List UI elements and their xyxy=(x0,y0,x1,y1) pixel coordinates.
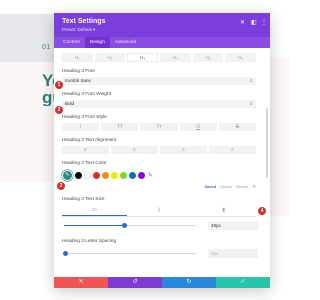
alignment-label: Heading 3 Text Alignment xyxy=(62,138,117,143)
heading-tab-h1[interactable]: H₁ xyxy=(62,53,93,62)
align-center-button[interactable]: ≡ xyxy=(111,146,158,154)
font-style-buttons: I TT Tт U S xyxy=(62,123,257,131)
color-swatch[interactable] xyxy=(84,172,91,179)
heading-tab-h2[interactable]: H₂ xyxy=(94,53,126,62)
step-marker-2: 2 xyxy=(55,106,63,114)
tab-content[interactable]: Content xyxy=(58,37,85,48)
tab-design[interactable]: Design xyxy=(84,37,110,48)
modal-tabs: Content Design Advanced xyxy=(54,37,270,48)
more-icon[interactable]: ⋮ xyxy=(261,19,267,26)
settings-gear-icon[interactable]: ⚙ xyxy=(252,184,256,189)
color-swatch[interactable] xyxy=(75,172,82,179)
modal-title: Text Settings xyxy=(62,18,106,25)
select-arrows-icon: ⇕ xyxy=(249,78,253,83)
text-size-label: Heading 3 Text Size xyxy=(62,197,105,202)
phone-icon[interactable]: ▮ xyxy=(191,206,256,215)
color-swatch[interactable] xyxy=(93,172,100,179)
text-size-slider[interactable] xyxy=(64,223,196,228)
background-right-block xyxy=(270,58,289,216)
cancel-button[interactable]: ✕ xyxy=(54,277,108,288)
strikethrough-button[interactable]: S xyxy=(218,123,257,131)
modal-footer: ✕ ↺ ↻ ✓ xyxy=(54,277,270,288)
step-marker-4: 4 xyxy=(258,207,266,215)
letter-spacing-slider-row: 0px xyxy=(62,248,258,260)
text-alignment-buttons: ≡ ≡ ≡ ≡ xyxy=(62,146,256,154)
desktop-icon[interactable]: ▭ xyxy=(62,206,127,216)
modal-header: Text Settings Preset: Default ▾ ✕ ◧ ⋮ xyxy=(54,13,270,37)
step-marker-1: 1 xyxy=(55,81,63,89)
tablet-icon[interactable]: ▯ xyxy=(127,206,192,215)
letter-spacing-label: Heading 3 Letter Spacing xyxy=(62,239,117,244)
tab-advanced[interactable]: Advanced xyxy=(110,37,141,48)
slider-handle[interactable] xyxy=(63,251,68,256)
preset-selector[interactable]: Preset: Default ▾ xyxy=(62,27,95,33)
underline-button[interactable]: U xyxy=(179,123,217,131)
capitalize-button[interactable]: Tт xyxy=(140,123,178,131)
letter-spacing-slider[interactable] xyxy=(63,251,196,256)
scrollbar[interactable] xyxy=(266,108,268,178)
slider-fill xyxy=(64,225,125,226)
color-swatches: ✎ ✎ xyxy=(62,170,256,181)
uppercase-button[interactable]: TT xyxy=(101,123,139,131)
slider-handle[interactable] xyxy=(122,223,128,228)
font-select-value: Kumbh Sans xyxy=(65,78,91,83)
color-picker-selected[interactable]: ✎ xyxy=(62,170,73,181)
font-select[interactable]: Kumbh Sans ⇕ xyxy=(62,77,256,85)
color-palette-tabs: ··· Saved Global Recent ⚙ xyxy=(62,183,256,190)
undo-button[interactable]: ↺ xyxy=(108,277,162,288)
heading-tab-h4[interactable]: H₄ xyxy=(160,53,191,62)
align-right-button[interactable]: ≡ xyxy=(160,146,207,154)
color-tab-saved[interactable]: Saved xyxy=(204,184,216,189)
save-button[interactable]: ✓ xyxy=(216,277,270,288)
background-gray-block xyxy=(0,14,62,62)
close-icon[interactable]: ✕ xyxy=(240,19,245,26)
custom-color-pen-icon[interactable]: ✎ xyxy=(148,172,153,179)
color-swatch[interactable] xyxy=(120,172,127,179)
heading-tab-h6[interactable]: H₆ xyxy=(225,53,257,62)
color-tab-recent[interactable]: Recent xyxy=(236,184,249,189)
select-arrows-icon: ⇕ xyxy=(249,101,253,106)
color-tab-global[interactable]: Global xyxy=(220,184,232,189)
color-swatch[interactable] xyxy=(102,172,109,179)
italic-button[interactable]: I xyxy=(62,123,100,131)
step-marker-3: 3 xyxy=(57,182,65,190)
weight-select-value: Bold xyxy=(65,101,75,106)
settings-body: H₁ H₂ H₃ H₄ H₅ H₆ Heading 3 Font Kumbh S… xyxy=(54,48,270,276)
text-size-slider-row: 48px xyxy=(62,220,258,232)
redo-button[interactable]: ↻ xyxy=(162,277,216,288)
text-size-input[interactable]: 48px xyxy=(208,221,258,230)
align-justify-button[interactable]: ≡ xyxy=(209,146,256,154)
weight-select[interactable]: Bold ⇕ xyxy=(62,100,256,108)
style-label: Heading 3 Font Style xyxy=(62,115,107,120)
text-settings-modal: Text Settings Preset: Default ▾ ✕ ◧ ⋮ Co… xyxy=(54,13,270,288)
background-number-label: 01 xyxy=(42,44,51,51)
align-left-button[interactable]: ≡ xyxy=(62,146,109,154)
color-swatch[interactable] xyxy=(129,172,136,179)
letter-spacing-input[interactable]: 0px xyxy=(208,249,258,258)
weight-label: Heading 3 Font Weight xyxy=(62,92,111,97)
text-color-label: Heading 3 Text Color xyxy=(62,161,107,166)
heading-tab-h5[interactable]: H₅ xyxy=(192,53,224,62)
color-swatch[interactable] xyxy=(138,172,145,179)
device-tabs: ▭ ▯ ▮ xyxy=(62,206,256,217)
font-label: Heading 3 Font xyxy=(62,69,95,74)
heading-level-tabs: H₁ H₂ H₃ H₄ H₅ H₆ xyxy=(62,53,257,62)
split-icon[interactable]: ◧ xyxy=(251,19,257,26)
color-swatch[interactable] xyxy=(111,172,118,179)
heading-tab-h3[interactable]: H₃ xyxy=(127,53,159,62)
